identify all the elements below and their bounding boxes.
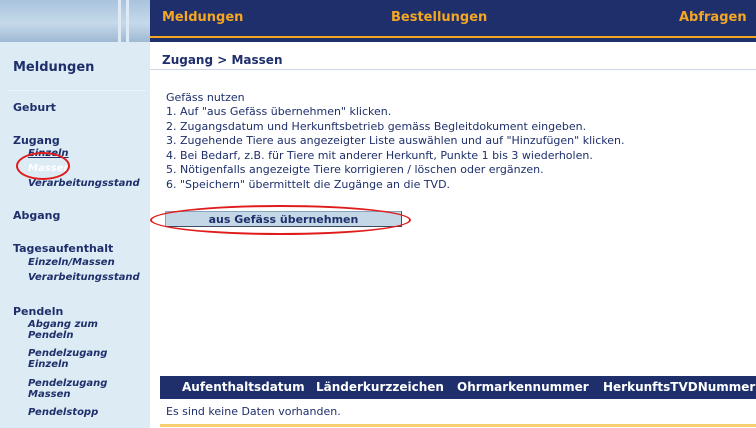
sidebar-item-tagesaufenthalt-verarbeitungsstand[interactable]: Verarbeitungsstand <box>28 272 140 283</box>
sidebar-item-pendelstopp[interactable]: Pendelstopp <box>28 407 98 418</box>
instruction-step: 4. Bei Bedarf, z.B. für Tiere mit andere… <box>166 148 593 162</box>
sidebar-item-pendeln[interactable]: Pendeln <box>13 305 63 318</box>
aus-gefaess-uebernehmen-button[interactable]: aus Gefäss übernehmen <box>165 211 402 227</box>
breadcrumb: Zugang > Massen <box>162 53 283 67</box>
divider <box>8 90 146 91</box>
sidebar-item-abgang-zum-pendeln[interactable]: Abgang zum Pendeln <box>28 319 98 341</box>
sidebar-item-label: Abgang zum <box>28 319 98 330</box>
sidebar-item-label: Pendeln <box>28 330 74 341</box>
table-footer-line <box>160 424 756 427</box>
instructions-heading: Gefäss nutzen <box>166 91 245 104</box>
decorative-stripe <box>126 0 129 42</box>
sidebar-item-pendelzugang-massen[interactable]: Pendelzugang Massen <box>28 378 107 400</box>
column-header-ohrmarkennummer[interactable]: Ohrmarkennummer <box>457 376 589 399</box>
sidebar: Meldungen Geburt Zugang Einzeln Massen V… <box>0 42 150 428</box>
sidebar-item-zugang-einzeln[interactable]: Einzeln <box>28 148 69 159</box>
instruction-step: 3. Zugehende Tiere aus angezeigter Liste… <box>166 134 625 148</box>
nav-underline <box>150 36 756 38</box>
table-header: Aufenthaltsdatum Länderkurzzeichen Ohrma… <box>160 376 756 399</box>
nav-abfragen[interactable]: Abfragen <box>679 0 747 36</box>
sidebar-item-abgang[interactable]: Abgang <box>13 209 60 222</box>
sidebar-item-zugang-verarbeitungsstand[interactable]: Verarbeitungsstand <box>28 178 140 189</box>
divider <box>150 69 756 70</box>
decorative-stripe <box>118 0 121 42</box>
sidebar-item-zugang[interactable]: Zugang <box>13 134 60 147</box>
instruction-step: 1. Auf "aus Gefäss übernehmen" klicken. <box>166 105 392 118</box>
sidebar-item-label: Pendelzugang <box>28 378 108 389</box>
nav-meldungen[interactable]: Meldungen <box>162 0 243 36</box>
nav-bestellungen[interactable]: Bestellungen <box>391 0 487 36</box>
instruction-step: 6. "Speichern" übermittelt die Zugänge a… <box>166 177 451 191</box>
sidebar-item-label: Massen <box>28 389 71 400</box>
instruction-steps: 1. Auf "aus Gefäss übernehmen" klicken. … <box>166 105 624 193</box>
sidebar-item-label: Pendelzugang <box>28 348 108 359</box>
sidebar-title: Meldungen <box>13 60 95 75</box>
instruction-step: 5. Nötigenfalls angezeigte Tiere korrigi… <box>166 163 544 177</box>
sidebar-item-tagesaufenthalt-einzeln-massen[interactable]: Einzeln/Massen <box>28 257 115 268</box>
sidebar-item-label: Einzeln <box>28 359 69 370</box>
sidebar-item-pendelzugang-einzeln[interactable]: Pendelzugang Einzeln <box>28 348 107 370</box>
sidebar-item-zugang-massen[interactable]: Massen <box>28 163 71 174</box>
sidebar-item-tagesaufenthalt[interactable]: Tagesaufenthalt <box>13 242 113 255</box>
logo-area <box>0 0 150 42</box>
column-header-herkunftstvdnummer[interactable]: HerkunftsTVDNummer <box>603 376 755 399</box>
instruction-step: 2. Zugangsdatum und Herkunftsbetrieb gem… <box>166 119 587 133</box>
empty-table-message: Es sind keine Daten vorhanden. <box>166 405 341 418</box>
column-header-aufenthaltsdatum[interactable]: Aufenthaltsdatum <box>182 376 305 399</box>
column-header-laenderkurzzeichen[interactable]: Länderkurzzeichen <box>316 376 444 399</box>
sidebar-item-geburt[interactable]: Geburt <box>13 101 56 114</box>
